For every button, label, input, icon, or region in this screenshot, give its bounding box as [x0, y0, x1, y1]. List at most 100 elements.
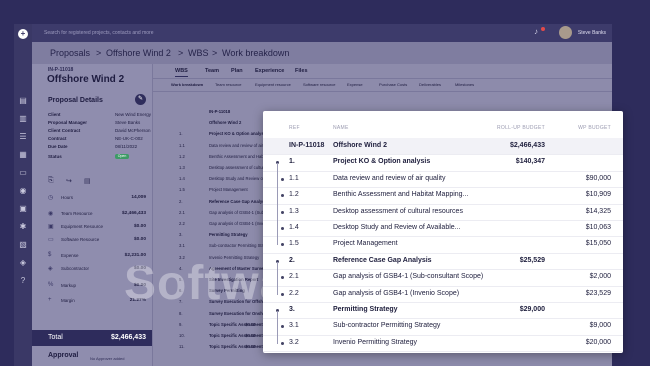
search-input[interactable]: Search for registered projects, contacts…	[44, 28, 274, 38]
row-number: 10.	[179, 333, 185, 338]
table-row[interactable]: 1.4 Desktop Study and Review of Available…	[263, 220, 623, 238]
avatar[interactable]	[559, 26, 572, 39]
detail-value: New Wind Energy	[115, 112, 152, 117]
breadcrumb-wbs[interactable]: WBS	[188, 47, 209, 59]
table-row[interactable]: 1.3 Desktop assessment of cultural resour…	[263, 204, 623, 221]
row-name: IN-P-11018	[209, 109, 231, 114]
row-name: Permitting Strategy	[209, 232, 248, 238]
row-number: 1.5	[179, 187, 185, 193]
row-name: Desktop assessment of cultural resources	[333, 207, 463, 215]
user-name[interactable]: Steve Banks	[578, 28, 606, 38]
tab-wbs[interactable]: WBS	[175, 68, 188, 77]
users-icon[interactable]: ◉	[18, 186, 28, 196]
subtab-bar: Work breakdown Team resource Equipment r…	[153, 78, 612, 92]
add-icon[interactable]: +	[18, 29, 28, 39]
table-row[interactable]: 3. Permitting Strategy $29,000	[263, 302, 623, 320]
document-icon[interactable]: ▥	[18, 114, 28, 124]
proposal-details-heading: Proposal Details	[48, 97, 103, 104]
row-ref: 2.1	[289, 273, 299, 281]
tree-node-icon	[281, 325, 284, 329]
row-name: Topic Specific Assessments	[209, 333, 266, 338]
row-rollup-budget: $140,347	[515, 158, 545, 166]
tab-team[interactable]: Team	[205, 68, 219, 74]
tree-connector	[277, 261, 278, 295]
table-row[interactable]: IN-P-11018 Offshore Wind 2 $2,466,433	[263, 138, 623, 156]
subtab-equipment-resource[interactable]: Equipment resource	[255, 82, 291, 87]
copy-icon[interactable]: ⎘	[48, 177, 54, 185]
settings-icon[interactable]: ✱	[18, 222, 28, 232]
row-wp-budget: $10,063	[585, 224, 611, 231]
breadcrumb-separator: >	[178, 48, 184, 58]
software-icon: ▭	[48, 237, 54, 243]
dashboard-icon[interactable]: ▤	[18, 96, 28, 106]
row-ref: 1.4	[289, 224, 299, 231]
metric-label: Margin	[61, 298, 75, 303]
row-wp-budget: $23,529	[585, 289, 611, 297]
table-row[interactable]: 1.2 Benthic Assessment and Habitat Mappin…	[263, 187, 623, 205]
row-wp-budget: $90,000	[585, 174, 611, 182]
calendar-icon[interactable]: ▣	[18, 204, 28, 214]
detail-label: Proposal Manager	[48, 120, 88, 125]
table-row[interactable]: 1. Project KO & Option analysis $140,347	[263, 154, 623, 172]
subtab-milestones[interactable]: Milestones	[455, 82, 474, 87]
table-row[interactable]: 1.1 Data review and review of air quality…	[263, 171, 623, 189]
tab-experience[interactable]: Experience	[255, 68, 284, 74]
subtab-work-breakdown[interactable]: Work breakdown	[171, 82, 203, 87]
bell-icon[interactable]: ♪	[534, 27, 545, 37]
tab-plan[interactable]: Plan	[231, 68, 243, 74]
row-rollup-budget: $29,000	[519, 306, 545, 313]
total-value: $2,466,433	[110, 334, 146, 341]
top-bar: Search for registered projects, contacts…	[32, 24, 612, 42]
row-wp-budget: $2,000	[589, 273, 611, 281]
share-icon[interactable]: ◈	[18, 258, 28, 268]
breadcrumb-project[interactable]: Offshore Wind 2	[106, 47, 171, 59]
equipment-icon: ▣	[48, 224, 54, 230]
table-row[interactable]: 1.5 Project Management $15,050	[263, 236, 623, 254]
team-icon: ◉	[48, 211, 54, 217]
subtab-purchase-costs[interactable]: Purchase Costs	[379, 82, 407, 87]
notification-dot	[541, 27, 545, 31]
subtab-expense[interactable]: Expense	[347, 82, 363, 87]
tree-connector	[277, 311, 278, 344]
table-row[interactable]: 2. Reference Case Gap Analysis $25,529	[263, 253, 623, 271]
tree-node-icon	[281, 341, 284, 345]
row-ref: 1.1	[289, 174, 299, 182]
row-name: Project Management	[209, 187, 248, 193]
subtab-deliverables[interactable]: Deliverables	[419, 82, 441, 87]
subtab-team-resource[interactable]: Team resource	[215, 82, 241, 87]
total-bar: Total $2,466,433	[32, 330, 152, 346]
report-icon[interactable]: ▧	[18, 240, 28, 250]
tab-files[interactable]: Files	[295, 68, 308, 74]
metric-value: 14,009	[131, 195, 146, 200]
row-number: 1.4	[179, 176, 185, 182]
metric-label: Expense	[61, 253, 79, 258]
table-row[interactable]: 3.1 Sub-contractor Permitting Strategy $9,…	[263, 318, 623, 336]
tree-node-icon	[281, 194, 284, 198]
help-icon[interactable]: ?	[18, 276, 28, 286]
chart-icon[interactable]: ▦	[18, 150, 28, 160]
row-wp-budget: $9,000	[589, 322, 611, 330]
tree-node-icon	[281, 276, 284, 280]
list-icon[interactable]: ☰	[18, 132, 28, 142]
row-name: Survey Execution for Onshore	[209, 310, 270, 316]
row-name: Topic Specific Assessments	[209, 344, 266, 350]
row-value: $0.00	[245, 344, 256, 350]
proposal-title: Offshore Wind 2	[47, 74, 125, 85]
share-icon[interactable]: ↪	[66, 177, 72, 185]
table-row[interactable]: 2.2 Gap analysis of GSB4-1 (Invenio Scope…	[263, 286, 623, 303]
row-ref: 2.2	[289, 289, 299, 297]
table-row[interactable]: 2.1 Gap analysis of GSB4-1 (Sub-consultan…	[263, 269, 623, 287]
row-wp-budget: $20,000	[585, 338, 611, 346]
row-name: Permitting Strategy	[333, 306, 398, 313]
table-row[interactable]: 3.2 Invenio Permitting Strategy $20,000	[263, 335, 623, 353]
tab-bar: WBS Team Plan Experience Files	[153, 64, 612, 79]
edit-button[interactable]: ✎	[135, 94, 146, 105]
detail-label: Status	[48, 154, 62, 159]
file-icon[interactable]: ▤	[84, 177, 91, 185]
folder-icon[interactable]: ▭	[18, 168, 28, 178]
margin-icon: +	[48, 297, 52, 303]
header-ref: REF	[289, 125, 300, 131]
approval-status: No Approver added	[90, 356, 125, 361]
breadcrumb-proposals[interactable]: Proposals	[50, 47, 90, 59]
subtab-software-resource[interactable]: Software resource	[303, 82, 335, 87]
